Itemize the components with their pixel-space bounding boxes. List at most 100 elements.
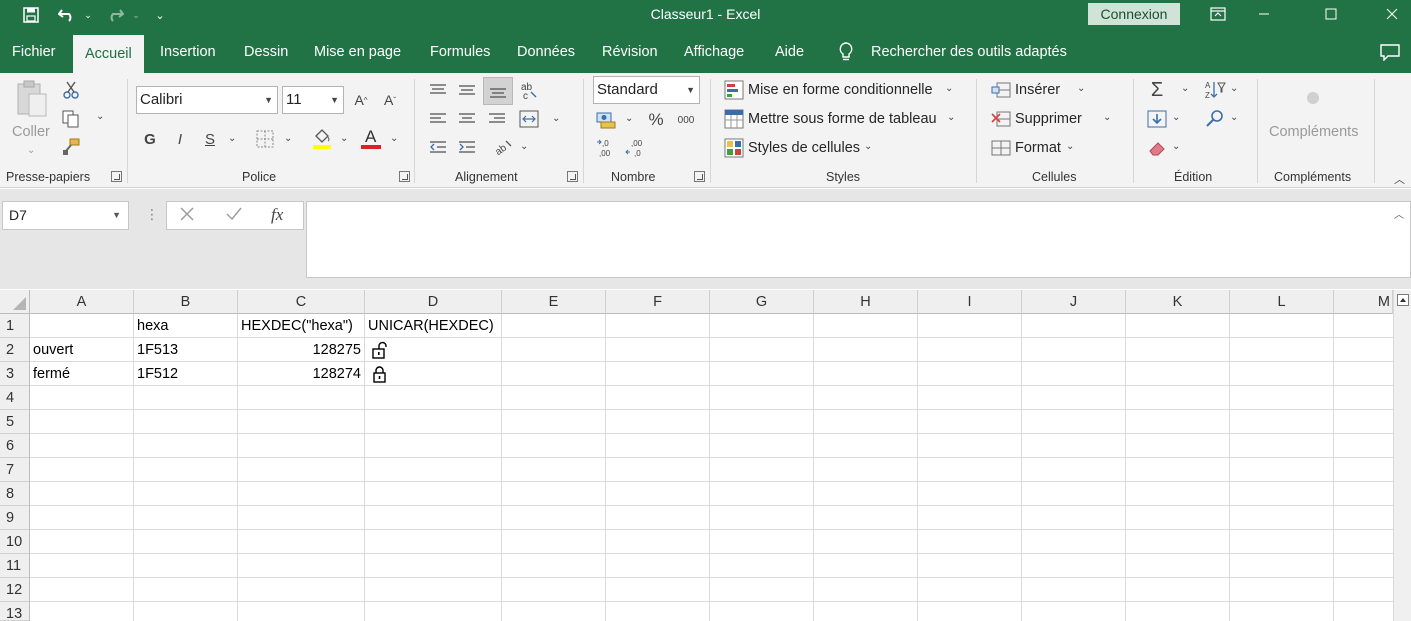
cell-b3[interactable]: 1F512 [134, 362, 238, 386]
search-tools-input[interactable]: Rechercher des outils adaptés [871, 40, 1067, 64]
clear-icon[interactable] [1146, 138, 1168, 158]
bold-button[interactable]: G [140, 128, 160, 150]
cell-b2[interactable]: 1F513 [134, 338, 238, 362]
maximize-icon[interactable] [1311, 2, 1351, 26]
cut-icon[interactable] [60, 79, 82, 101]
tab-affichage[interactable]: Affichage [684, 40, 744, 64]
insert-button[interactable]: Insérer [1015, 82, 1060, 98]
tab-aide[interactable]: Aide [775, 40, 804, 64]
sort-filter-icon[interactable]: AZ [1204, 80, 1226, 100]
sort-filter-dropdown-icon[interactable]: ⌄ [1230, 83, 1238, 94]
tab-fichier[interactable]: Fichier [12, 40, 56, 64]
increase-indent-icon[interactable] [457, 138, 477, 156]
autosum-dropdown-icon[interactable]: ⌄ [1181, 83, 1189, 94]
tab-accueil[interactable]: Accueil [73, 35, 144, 73]
row-header-6[interactable]: 6 [0, 434, 30, 458]
select-all-button[interactable] [0, 290, 30, 314]
row-header-2[interactable]: 2 [0, 338, 30, 362]
formula-input[interactable]: ︿ [306, 201, 1411, 278]
column-header-d[interactable]: D [365, 290, 502, 314]
insert-dropdown-icon[interactable]: ⌄ [1077, 83, 1085, 94]
borders-icon[interactable] [255, 128, 275, 150]
cell-styles-icon[interactable] [724, 138, 744, 158]
font-launcher-icon[interactable] [399, 171, 410, 182]
tab-donnees[interactable]: Données [517, 40, 575, 64]
align-top-icon[interactable] [428, 81, 448, 99]
row-header-4[interactable]: 4 [0, 386, 30, 410]
row-header-1[interactable]: 1 [0, 314, 30, 338]
minimize-icon[interactable] [1244, 2, 1284, 26]
column-header-j[interactable]: J [1022, 290, 1126, 314]
format-cells-icon[interactable] [990, 139, 1012, 157]
comments-icon[interactable] [1380, 44, 1400, 64]
cell-c3[interactable]: 128274 [238, 362, 364, 386]
delete-button[interactable]: Supprimer [1015, 111, 1082, 127]
cell-d3[interactable] [365, 362, 502, 386]
paste-button[interactable]: Coller [12, 124, 50, 140]
font-color-icon[interactable]: A [360, 126, 382, 150]
align-right-icon[interactable] [487, 110, 507, 128]
scroll-up-icon[interactable] [1397, 294, 1409, 306]
format-dropdown-icon[interactable]: ⌄ [1066, 141, 1074, 152]
thousands-separator-button[interactable]: 000 [674, 112, 698, 128]
vertical-scrollbar[interactable] [1393, 290, 1411, 621]
column-header-e[interactable]: E [502, 290, 606, 314]
conditional-formatting-icon[interactable] [724, 80, 744, 100]
accounting-format-icon[interactable] [596, 110, 618, 130]
column-header-k[interactable]: K [1126, 290, 1230, 314]
decrease-font-size-icon[interactable]: Aˇ [381, 90, 399, 110]
tab-mise-en-page[interactable]: Mise en page [314, 40, 401, 64]
number-launcher-icon[interactable] [694, 171, 705, 182]
insert-cells-icon[interactable] [990, 81, 1012, 99]
number-format-select[interactable]: Standard ▼ [593, 76, 700, 104]
clear-dropdown-icon[interactable]: ⌄ [1172, 141, 1180, 152]
row-header-9[interactable]: 9 [0, 506, 30, 530]
tab-insertion[interactable]: Insertion [160, 40, 216, 64]
close-icon[interactable] [1372, 2, 1411, 26]
tab-revision[interactable]: Révision [602, 40, 658, 64]
copy-dropdown-icon[interactable]: ⌄ [96, 111, 104, 122]
addins-icon[interactable] [1305, 90, 1321, 106]
addins-button[interactable]: Compléments [1269, 124, 1358, 140]
row-header-3[interactable]: 3 [0, 362, 30, 386]
column-header-a[interactable]: A [30, 290, 134, 314]
formula-bar-grip-icon[interactable]: ⋮ [145, 206, 159, 223]
tab-dessin[interactable]: Dessin [244, 40, 288, 64]
format-as-table-button[interactable]: Mettre sous forme de tableau [748, 111, 937, 127]
font-size-select[interactable]: 11 ▼ [282, 86, 344, 114]
text-orientation-icon[interactable]: ab c [518, 79, 540, 101]
align-center-icon[interactable] [457, 110, 477, 128]
column-header-f[interactable]: F [606, 290, 710, 314]
percent-style-button[interactable]: % [645, 110, 667, 130]
column-header-h[interactable]: H [814, 290, 918, 314]
cell-styles-dropdown-icon[interactable]: ⌄ [864, 141, 872, 152]
column-header-g[interactable]: G [710, 290, 814, 314]
autosum-icon[interactable]: Σ [1146, 79, 1168, 101]
cell-d1[interactable]: UNICAR(HEXDEC) [365, 314, 502, 338]
alignment-launcher-icon[interactable] [567, 171, 578, 182]
format-as-table-icon[interactable] [724, 109, 744, 129]
row-header-11[interactable]: 11 [0, 554, 30, 578]
delete-dropdown-icon[interactable]: ⌄ [1103, 112, 1111, 123]
align-left-icon[interactable] [428, 110, 448, 128]
column-header-i[interactable]: I [918, 290, 1022, 314]
paste-icon[interactable] [14, 79, 50, 119]
format-as-table-dropdown-icon[interactable]: ⌄ [947, 112, 955, 123]
paste-dropdown-icon[interactable]: ⌄ [27, 145, 35, 156]
increase-font-size-icon[interactable]: A ^ [352, 90, 370, 110]
confirm-entry-icon[interactable] [225, 206, 243, 225]
collapse-ribbon-icon[interactable]: ︿ [1394, 171, 1405, 187]
find-select-icon[interactable] [1204, 109, 1226, 129]
cell-d2[interactable] [365, 338, 502, 362]
align-bottom-icon[interactable] [488, 83, 508, 101]
delete-cells-icon[interactable] [990, 110, 1012, 128]
cell-a2[interactable]: ouvert [30, 338, 134, 362]
font-name-select[interactable]: Calibri ▼ [136, 86, 278, 114]
conditional-formatting-dropdown-icon[interactable]: ⌄ [945, 83, 953, 94]
italic-button[interactable]: I [170, 128, 190, 150]
fill-dropdown-icon[interactable]: ⌄ [1172, 112, 1180, 123]
row-header-7[interactable]: 7 [0, 458, 30, 482]
merge-dropdown-icon[interactable]: ⌄ [552, 113, 560, 124]
clipboard-launcher-icon[interactable] [111, 171, 122, 182]
orientation-icon[interactable]: ab [493, 136, 515, 158]
